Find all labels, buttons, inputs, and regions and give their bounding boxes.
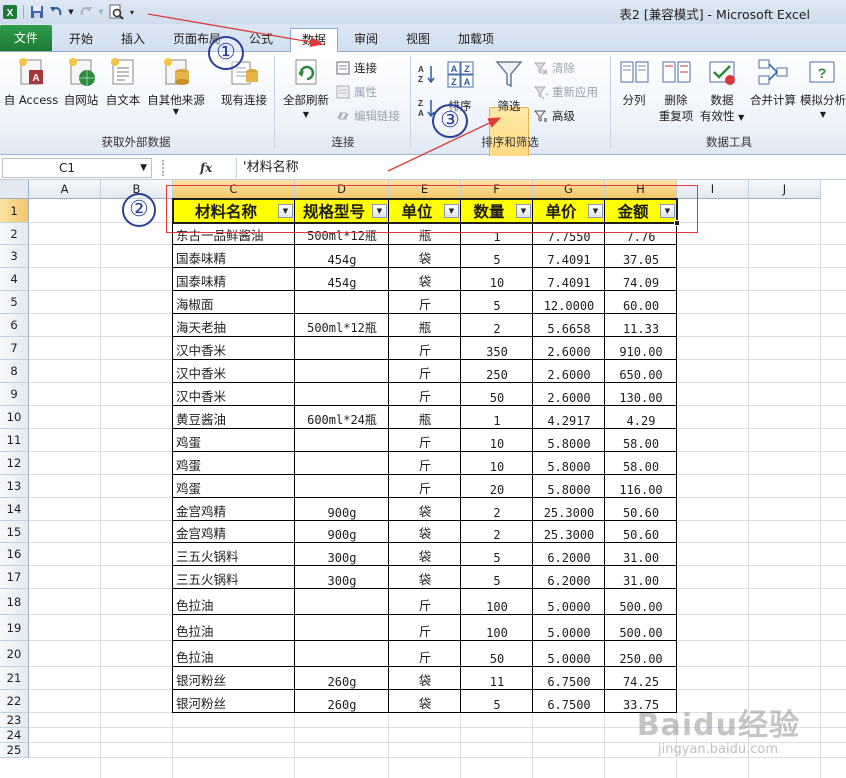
annotation-arrows <box>147 13 502 172</box>
header-row-highlight-box <box>166 185 698 233</box>
watermark-logo: Baidu经验 <box>636 708 800 743</box>
annotation-step-1: ① <box>208 36 244 70</box>
annotation-step-2: ② <box>122 193 156 227</box>
annotation-step-3: ③ <box>432 104 468 138</box>
watermark-url: jingyan.baidu.com <box>658 742 778 757</box>
